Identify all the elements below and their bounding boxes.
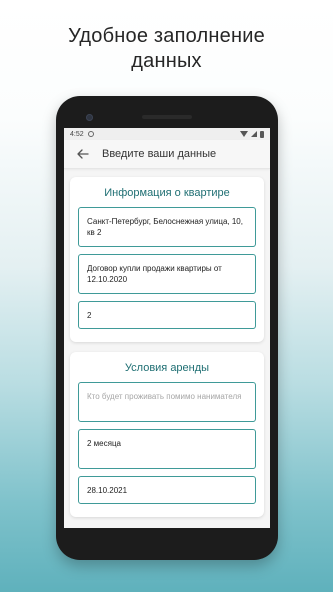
notification-icon — [87, 131, 94, 137]
battery-icon — [260, 130, 264, 138]
rental-terms-card: Условия аренды Кто будет проживать помим… — [70, 352, 264, 517]
co-residents-field[interactable]: Кто будет проживать помимо нанимателя — [78, 382, 256, 422]
earpiece-speaker — [142, 115, 192, 119]
ownership-document-field[interactable]: Договор купли продажи квартиры от 12.10.… — [78, 254, 256, 294]
apartment-info-title: Информация о квартире — [104, 187, 230, 199]
front-camera — [86, 114, 93, 121]
address-field[interactable]: Санкт-Петербург, Белоснежная улица, 10, … — [78, 207, 256, 247]
phone-frame: 4:52 Введите ваши данные Информация о кв… — [56, 96, 278, 560]
status-time: 4:52 — [70, 130, 84, 138]
status-bar: 4:52 — [64, 128, 270, 140]
promo-headline-line-1: Удобное заполнение — [68, 25, 265, 47]
back-button[interactable] — [72, 140, 94, 168]
rooms-field[interactable]: 2 — [78, 301, 256, 329]
start-date-field[interactable]: 28.10.2021 — [78, 476, 256, 504]
app-bar: Введите ваши данные — [64, 140, 270, 169]
promo-headline: Удобное заполнение данных — [0, 24, 333, 74]
rental-terms-title: Условия аренды — [124, 362, 210, 374]
arrow-left-icon — [77, 149, 89, 159]
wifi-icon — [240, 131, 248, 137]
page-title: Введите ваши данные — [102, 148, 217, 160]
form-content: Информация о квартире Санкт-Петербург, Б… — [64, 169, 270, 517]
promo-headline-line-2: данных — [131, 50, 202, 72]
phone-screen: 4:52 Введите ваши данные Информация о кв… — [64, 128, 270, 528]
signal-icon — [251, 131, 257, 137]
rental-period-field[interactable]: 2 месяца — [78, 429, 256, 469]
apartment-info-card: Информация о квартире Санкт-Петербург, Б… — [70, 177, 264, 342]
